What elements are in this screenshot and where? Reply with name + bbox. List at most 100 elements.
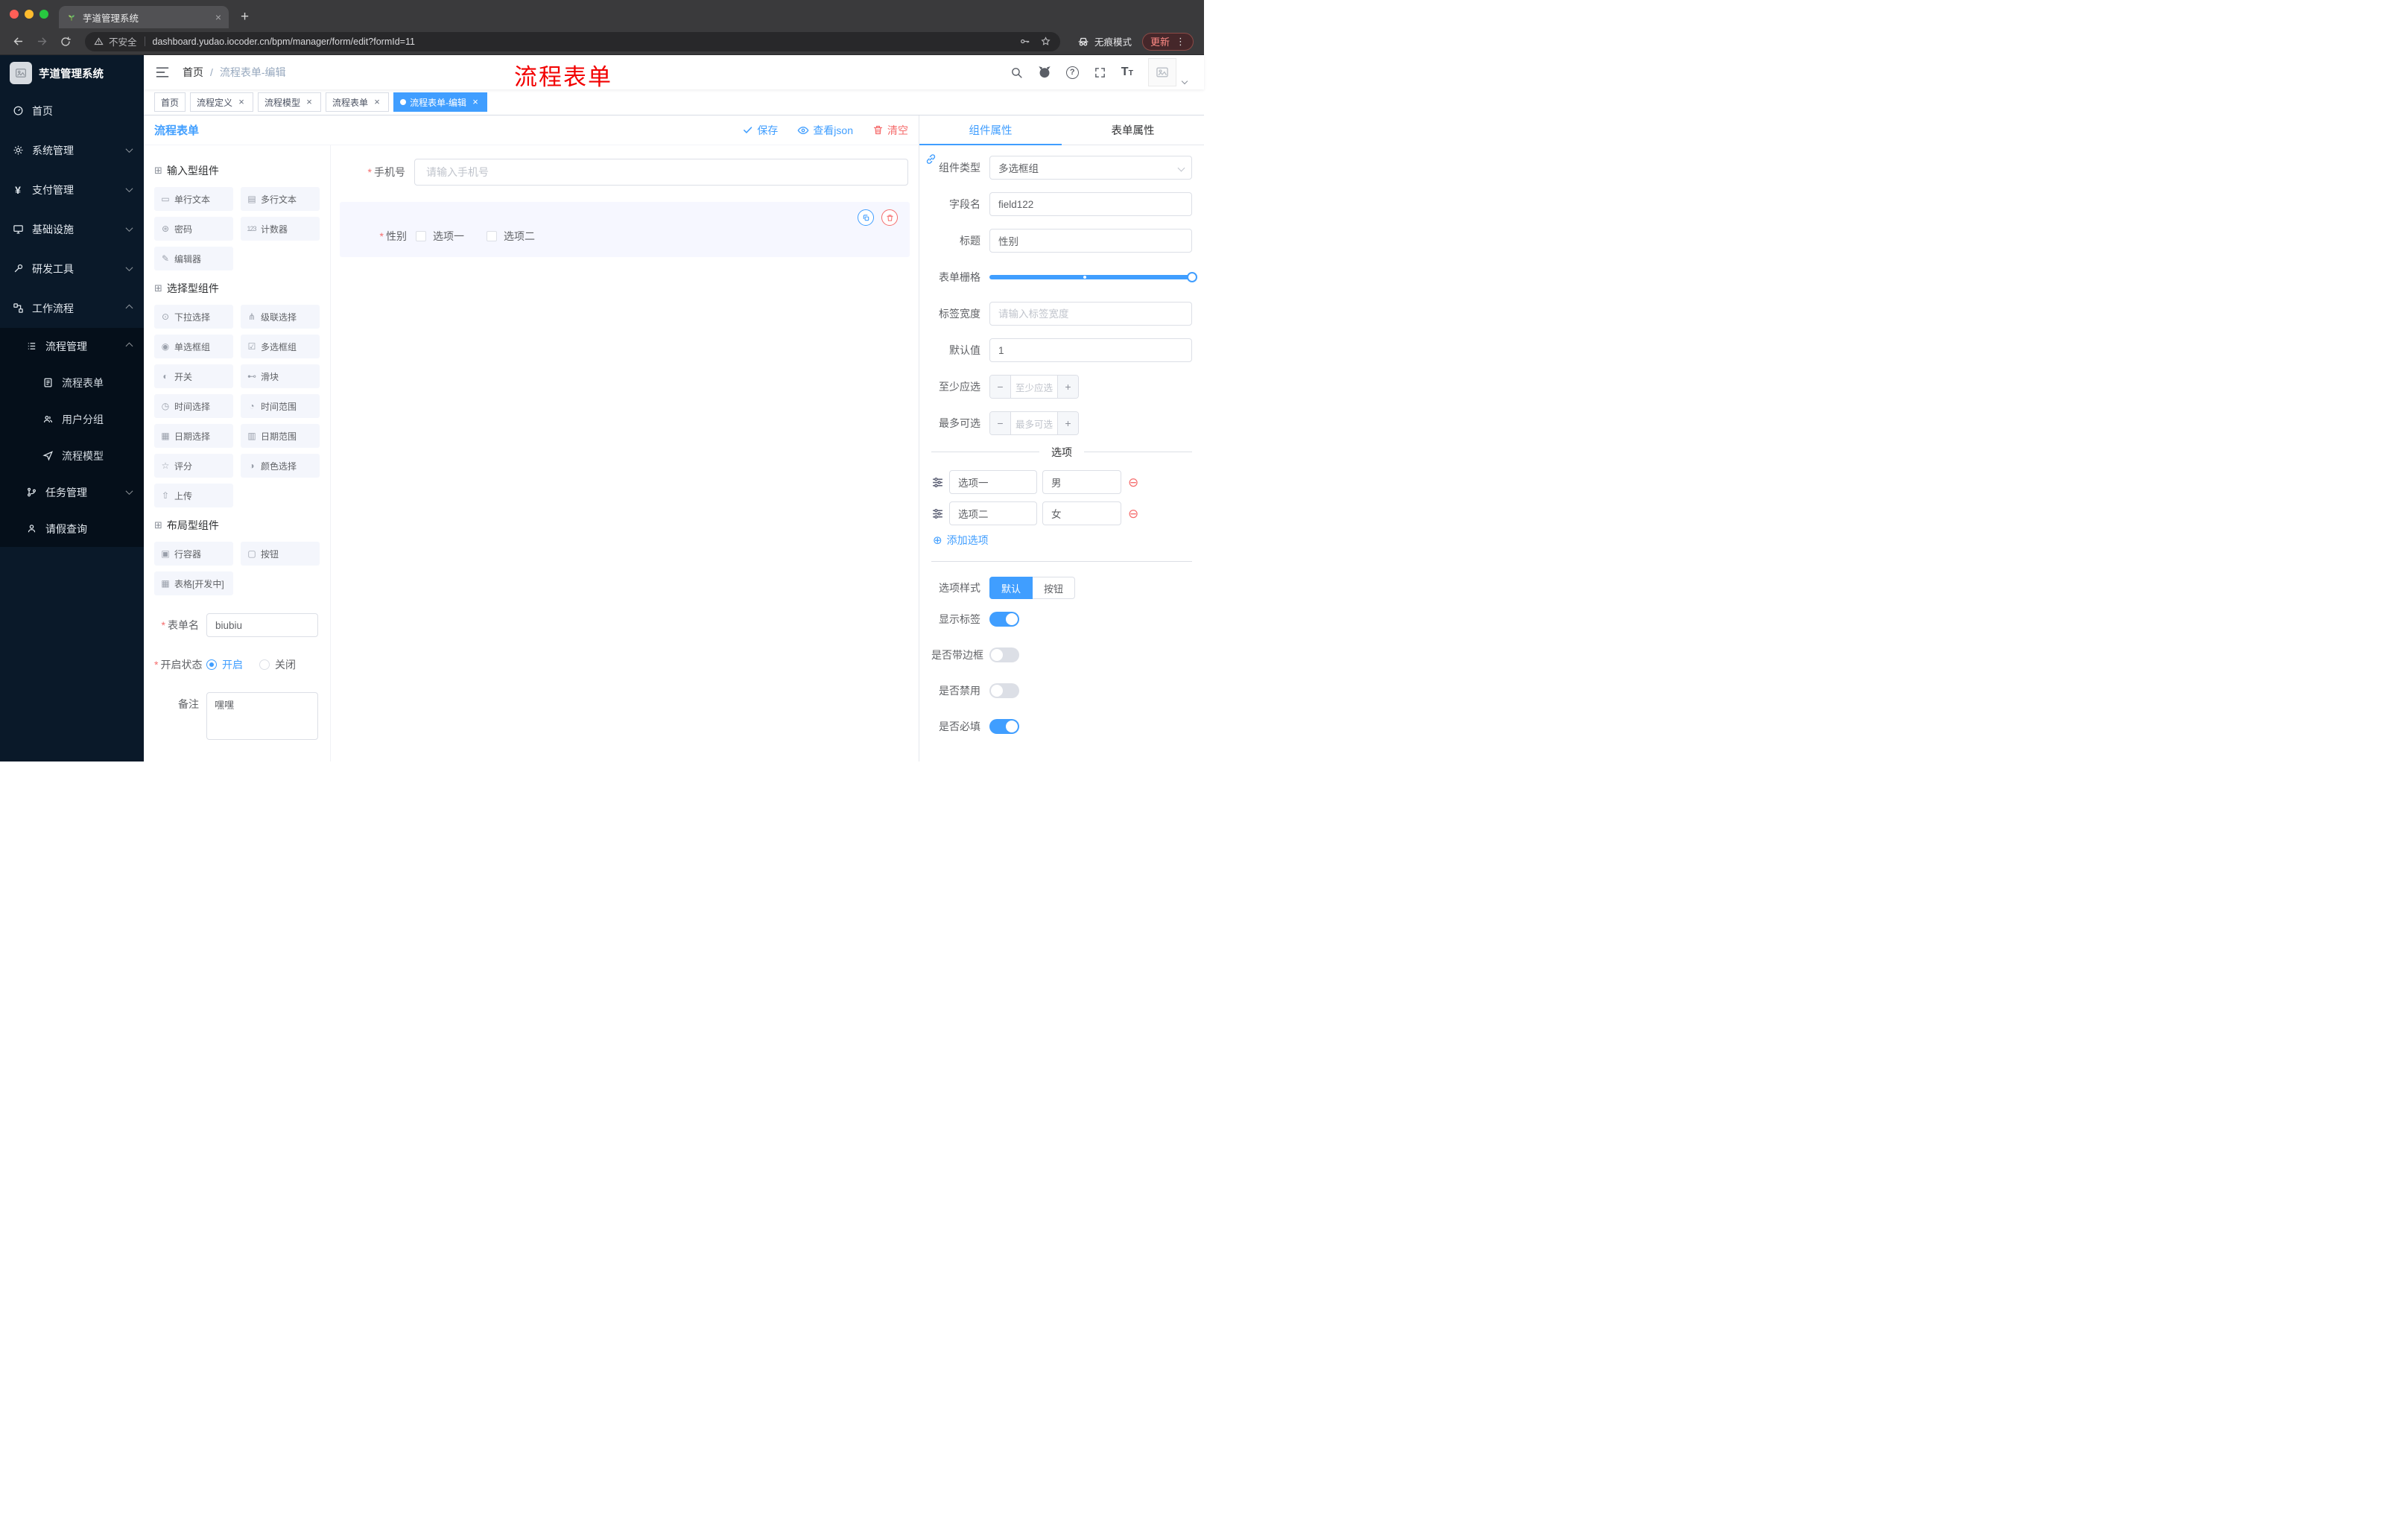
- sidebar-item-process-model[interactable]: 流程模型: [0, 437, 144, 474]
- palette-item-table[interactable]: ▦ 表格[开发中]: [154, 571, 233, 595]
- view-json-button[interactable]: 查看json: [797, 123, 853, 138]
- phone-input[interactable]: [414, 159, 908, 186]
- fullscreen-icon[interactable]: [1094, 66, 1106, 79]
- title-input[interactable]: [989, 229, 1192, 253]
- option-label-input[interactable]: [949, 470, 1037, 494]
- checkbox-icon[interactable]: [487, 231, 497, 241]
- add-option-button[interactable]: ⊕ 添加选项: [933, 533, 1192, 548]
- palette-item-textarea[interactable]: ▤ 多行文本: [241, 187, 320, 211]
- sidebar-item-task-management[interactable]: 任务管理: [0, 474, 144, 510]
- help-icon[interactable]: ?: [1065, 66, 1079, 79]
- checkbox-option-1[interactable]: 选项一: [416, 229, 464, 244]
- palette-item-slider[interactable]: ⊷ 滑块: [241, 364, 320, 388]
- palette-item-upload[interactable]: ⇧ 上传: [154, 484, 233, 507]
- sidebar-item-leave-query[interactable]: 请假查询: [0, 510, 144, 547]
- slider-handle[interactable]: [1187, 272, 1197, 282]
- stepper-plus-button[interactable]: +: [1057, 376, 1078, 398]
- status-on-radio[interactable]: 开启: [206, 657, 243, 672]
- back-button[interactable]: [7, 31, 28, 52]
- disabled-switch[interactable]: [989, 683, 1019, 698]
- component-props-tab[interactable]: 组件属性: [919, 115, 1062, 145]
- option-value-input[interactable]: [1042, 470, 1121, 494]
- form-canvas[interactable]: *手机号 *性别 选项一: [330, 145, 919, 762]
- component-type-select[interactable]: [989, 156, 1192, 180]
- option-value-input[interactable]: [1042, 501, 1121, 525]
- option-label-input[interactable]: [949, 501, 1037, 525]
- palette-item-input[interactable]: ▭ 单行文本: [154, 187, 233, 211]
- sidebar-item-workflow[interactable]: 工作流程: [0, 288, 144, 328]
- drag-handle-icon[interactable]: [931, 507, 944, 520]
- checkbox-option-2[interactable]: 选项二: [487, 229, 535, 244]
- sidebar-item-process-form[interactable]: 流程表单: [0, 364, 144, 401]
- sidebar-item-infrastructure[interactable]: 基础设施: [0, 209, 144, 249]
- style-default-button[interactable]: 默认: [989, 577, 1033, 599]
- component-type-value[interactable]: [989, 156, 1192, 180]
- palette-item-row-container[interactable]: ▣ 行容器: [154, 542, 233, 566]
- remove-option-icon[interactable]: ⊖: [1128, 476, 1138, 489]
- tag-home[interactable]: 首页: [154, 92, 186, 112]
- palette-item-time-range[interactable]: ◔ 时间范围: [241, 394, 320, 418]
- traffic-light-maximize[interactable]: [39, 10, 48, 19]
- drag-handle-icon[interactable]: [931, 476, 944, 489]
- sidebar-item-home[interactable]: 首页: [0, 91, 144, 130]
- breadcrumb-home[interactable]: 首页: [183, 65, 203, 80]
- close-icon[interactable]: ×: [304, 97, 314, 107]
- search-icon[interactable]: [1010, 66, 1023, 79]
- form-grid-slider[interactable]: [989, 265, 1197, 289]
- show-label-switch[interactable]: [989, 612, 1019, 627]
- label-width-input[interactable]: [989, 302, 1192, 326]
- github-icon[interactable]: [1038, 66, 1051, 79]
- stepper-minus-button[interactable]: −: [990, 412, 1011, 434]
- close-icon[interactable]: ×: [372, 97, 382, 107]
- tab-close-icon[interactable]: ×: [215, 11, 221, 23]
- gender-field-row[interactable]: * 性别 选项一 选项二: [341, 227, 908, 245]
- address-bar[interactable]: 不安全 dashboard.yudao.iocoder.cn/bpm/manag…: [85, 31, 1060, 51]
- palette-item-cascader[interactable]: ⋔ 级联选择: [241, 305, 320, 329]
- stepper-plus-button[interactable]: +: [1057, 412, 1078, 434]
- tag-process-form[interactable]: 流程表单 ×: [326, 92, 390, 112]
- close-icon[interactable]: ×: [236, 97, 247, 107]
- slider-track[interactable]: [989, 272, 1197, 282]
- save-button[interactable]: 保存: [742, 123, 778, 138]
- palette-item-password[interactable]: ⊛ 密码: [154, 217, 233, 241]
- sidebar-item-system-management[interactable]: 系统管理: [0, 130, 144, 170]
- bookmark-star-icon[interactable]: [1040, 36, 1051, 47]
- required-switch[interactable]: [989, 719, 1019, 734]
- stepper-minus-button[interactable]: −: [990, 376, 1011, 398]
- remove-option-icon[interactable]: ⊖: [1128, 507, 1138, 520]
- traffic-light-minimize[interactable]: [25, 10, 34, 19]
- close-icon[interactable]: ×: [470, 97, 481, 107]
- form-name-input[interactable]: [206, 613, 318, 637]
- field-name-input[interactable]: [989, 192, 1192, 216]
- form-remark-textarea[interactable]: 嘿嘿: [206, 692, 318, 740]
- palette-item-color-picker[interactable]: ◑ 颜色选择: [241, 454, 320, 478]
- form-props-tab[interactable]: 表单属性: [1062, 115, 1204, 145]
- copy-widget-button[interactable]: [858, 209, 874, 226]
- reload-button[interactable]: [55, 31, 76, 52]
- stepper-value[interactable]: 至少应选: [1011, 376, 1057, 398]
- sidebar-item-user-group[interactable]: 用户分组: [0, 401, 144, 437]
- key-icon[interactable]: [1019, 36, 1030, 47]
- sidebar-item-process-management[interactable]: 流程管理: [0, 328, 144, 364]
- hamburger-button[interactable]: [155, 65, 170, 80]
- default-value-input[interactable]: [989, 338, 1192, 362]
- palette-item-editor[interactable]: ✎ 编辑器: [154, 247, 233, 270]
- palette-item-select[interactable]: ⊙ 下拉选择: [154, 305, 233, 329]
- sidebar-item-dev-tools[interactable]: 研发工具: [0, 249, 144, 288]
- tag-process-form-edit[interactable]: 流程表单-编辑 ×: [393, 92, 488, 112]
- phone-field-row[interactable]: * 手机号: [340, 154, 910, 190]
- palette-item-switch[interactable]: ◐ 开关: [154, 364, 233, 388]
- font-size-icon[interactable]: TT: [1121, 66, 1133, 79]
- palette-item-date-picker[interactable]: ▦ 日期选择: [154, 424, 233, 448]
- avatar-caret-icon[interactable]: [1181, 77, 1188, 85]
- browser-tab[interactable]: 芋道管理系统 ×: [59, 6, 229, 28]
- palette-item-radio-group[interactable]: ◉ 单选框组: [154, 335, 233, 358]
- traffic-light-close[interactable]: [10, 10, 19, 19]
- palette-item-counter[interactable]: 123 计数器: [241, 217, 320, 241]
- style-button-button[interactable]: 按钮: [1033, 577, 1076, 599]
- palette-item-rate[interactable]: ☆ 评分: [154, 454, 233, 478]
- gender-widget-selected[interactable]: * 性别 选项一 选项二: [340, 202, 910, 257]
- border-switch[interactable]: [989, 647, 1019, 662]
- palette-item-date-range[interactable]: ▥ 日期范围: [241, 424, 320, 448]
- new-tab-button[interactable]: +: [241, 10, 249, 24]
